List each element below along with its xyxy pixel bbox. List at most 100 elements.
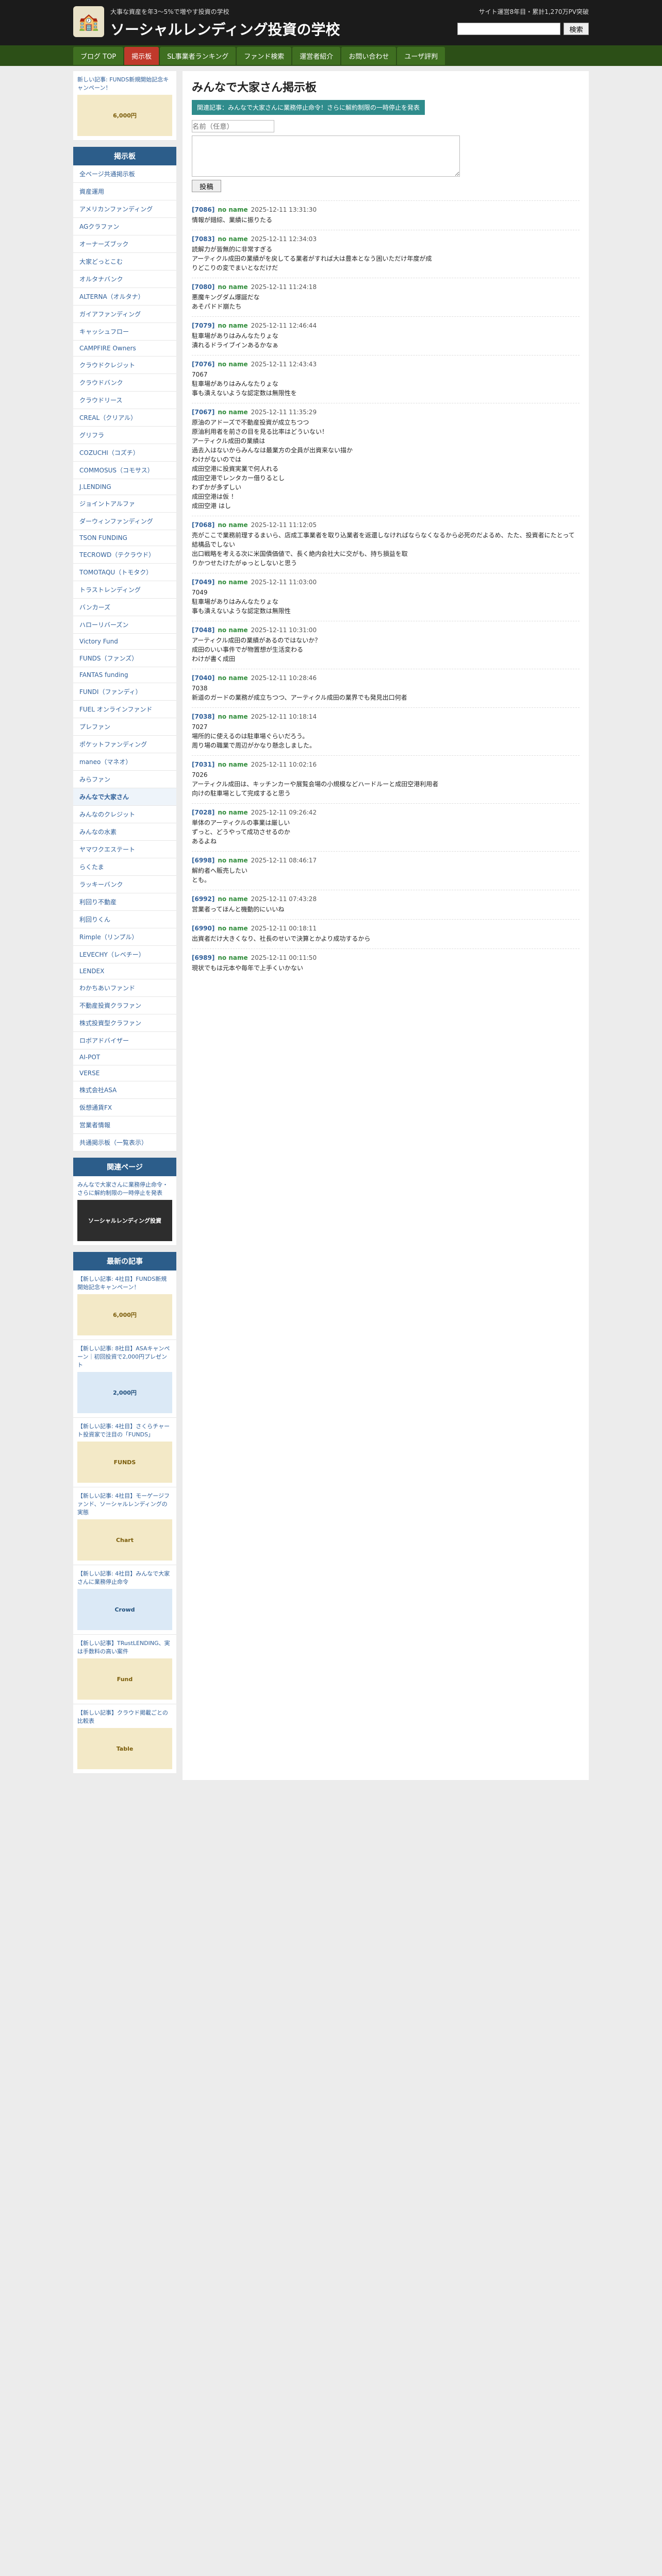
sidebar-board-item[interactable]: クラウドクレジット (73, 357, 176, 374)
sidebar-board-item[interactable]: ハローリバーズン (73, 616, 176, 634)
sidebar-board-item[interactable]: みんなの水素 (73, 823, 176, 841)
recent-article-thumbnail[interactable]: Chart (77, 1519, 172, 1561)
sidebar-board-item[interactable]: プレファン (73, 718, 176, 736)
sidebar-board-item[interactable]: らくたま (73, 858, 176, 876)
site-logo-icon[interactable]: 🏫 (73, 6, 104, 37)
sidebar-board-item[interactable]: TSON FUNDING (73, 530, 176, 546)
sidebar-board-item[interactable]: 株式会社ASA (73, 1081, 176, 1099)
post-number[interactable]: [7031] (192, 761, 214, 768)
post-number[interactable]: [7067] (192, 409, 214, 416)
sidebar-board-item[interactable]: COZUCHI（コズチ） (73, 444, 176, 462)
sidebar-board-item[interactable]: maneo（マネオ） (73, 753, 176, 771)
nav-item[interactable]: ブログ TOP (73, 46, 124, 65)
sidebar-board-item[interactable]: LENDEX (73, 963, 176, 979)
sidebar-board-item[interactable]: ジョイントアルファ (73, 495, 176, 513)
sidebar-board-item[interactable]: みんなで大家さん (73, 788, 176, 806)
post-button[interactable]: 投稿 (192, 180, 221, 192)
post-number[interactable]: [6998] (192, 857, 214, 864)
sidebar-board-item[interactable]: グリフラ (73, 427, 176, 444)
nav-item[interactable]: 運営者紹介 (292, 46, 341, 65)
sidebar-board-item[interactable]: FUNDI（ファンディ） (73, 683, 176, 701)
post-number[interactable]: [7083] (192, 235, 214, 243)
sidebar-board-item[interactable]: FUNDS（ファンズ） (73, 650, 176, 667)
sidebar-board-item[interactable]: Victory Fund (73, 634, 176, 650)
sidebar-board-item[interactable]: AI-POT (73, 1049, 176, 1065)
promo-link[interactable]: 新しい記事: FUNDS新規開始記念キャンペーン！ (77, 76, 169, 91)
sidebar-board-item[interactable]: 不動産投資クラファン (73, 997, 176, 1014)
recent-article-link[interactable]: 【新しい記事】TRustLENDING、実は手数料の高い案件 (77, 1640, 170, 1655)
recent-article-thumbnail[interactable]: 6,000円 (77, 1294, 172, 1335)
sidebar-board-item[interactable]: 仮想通貨FX (73, 1099, 176, 1116)
sidebar-board-item[interactable]: FANTAS funding (73, 667, 176, 683)
sidebar-board-item[interactable]: 営業者情報 (73, 1116, 176, 1134)
recent-article-link[interactable]: 【新しい記事: 8社目】ASAキャンペーン｜初回投資で2,000円プレゼント (77, 1345, 170, 1368)
sidebar-board-item[interactable]: Rimple（リンプル） (73, 928, 176, 946)
sidebar-board-item[interactable]: 利回り不動産 (73, 893, 176, 911)
sidebar-board-item[interactable]: J.LENDING (73, 479, 176, 495)
recent-article-link[interactable]: 【新しい記事: 4社目】みんなで大家さんに業務停止命令 (77, 1570, 170, 1585)
sidebar-board-item[interactable]: FUEL オンラインファンド (73, 701, 176, 718)
nav-item[interactable]: 掲示板 (124, 46, 159, 65)
post-number[interactable]: [6992] (192, 895, 214, 903)
post-number[interactable]: [7028] (192, 809, 214, 816)
post-number[interactable]: [7086] (192, 206, 214, 213)
sidebar-board-item[interactable]: ダーウィンファンディング (73, 513, 176, 530)
search-button[interactable]: 検索 (564, 23, 589, 35)
post-number[interactable]: [7040] (192, 674, 214, 682)
sidebar-board-item[interactable]: わかちあいファンド (73, 979, 176, 997)
sidebar-board-item[interactable]: ヤマワクエステート (73, 841, 176, 858)
nav-item[interactable]: お問い合わせ (341, 46, 396, 65)
sidebar-board-item[interactable]: オルタナバンク (73, 270, 176, 288)
sidebar-board-item[interactable]: オーナーズブック (73, 235, 176, 253)
post-number[interactable]: [7048] (192, 626, 214, 634)
notice-banner[interactable]: 関連記事：みんなで大家さんに業務停止命令！さらに解約制限の一時停止を発表 (192, 100, 425, 115)
sidebar-board-item[interactable]: アメリカンファンディング (73, 200, 176, 218)
sidebar-board-item[interactable]: VERSE (73, 1065, 176, 1081)
recent-article-link[interactable]: 【新しい記事】クラウド掲載ごとの比較表 (77, 1709, 168, 1724)
post-number[interactable]: [7079] (192, 322, 214, 329)
sidebar-board-item[interactable]: COMMOSUS（コモサス） (73, 462, 176, 479)
comment-textarea[interactable] (192, 135, 460, 177)
post-number[interactable]: [7038] (192, 713, 214, 720)
sidebar-board-item[interactable]: みんなのクレジット (73, 806, 176, 823)
name-input[interactable] (192, 120, 274, 132)
recent-article-link[interactable]: 【新しい記事: 4社目】さくらチャート投資家で注目の「FUNDS」 (77, 1423, 170, 1438)
sidebar-board-item[interactable]: キャッシュフロー (73, 323, 176, 341)
post-number[interactable]: [6989] (192, 954, 214, 961)
post-number[interactable]: [7080] (192, 283, 214, 291)
sidebar-board-item[interactable]: クラウドバンク (73, 374, 176, 392)
sidebar-board-item[interactable]: クラウドリース (73, 392, 176, 409)
recent-article-thumbnail[interactable]: Table (77, 1728, 172, 1769)
recent-article-link[interactable]: 【新しい記事: 4社目】FUNDS新規開始記念キャンペーン！ (77, 1276, 167, 1291)
sidebar-board-item[interactable]: TECROWD（テクラウド） (73, 546, 176, 564)
search-input[interactable] (457, 23, 561, 35)
sidebar-board-item[interactable]: AGクラファン (73, 218, 176, 235)
sidebar-board-item[interactable]: 利回りくん (73, 911, 176, 928)
sidebar-board-item[interactable]: ALTERNA（オルタナ） (73, 288, 176, 306)
recent-article-link[interactable]: 【新しい記事: 4社目】モーゲージファンド、ソーシャルレンディングの実態 (77, 1493, 170, 1516)
post-number[interactable]: [7049] (192, 579, 214, 586)
sidebar-board-item[interactable]: ロボアドバイザー (73, 1032, 176, 1049)
nav-item[interactable]: ファンド検索 (237, 46, 292, 65)
sidebar-board-item[interactable]: ポケットファンディング (73, 736, 176, 753)
related-banner[interactable]: ソーシャルレンディング投資 (77, 1200, 172, 1241)
promo-banner[interactable]: 6,000円 (77, 95, 172, 136)
sidebar-board-item[interactable]: 株式投資型クラファン (73, 1014, 176, 1032)
recent-article-thumbnail[interactable]: 2,000円 (77, 1372, 172, 1413)
post-number[interactable]: [6990] (192, 925, 214, 932)
sidebar-board-item[interactable]: 大家どっとこむ (73, 253, 176, 270)
nav-item[interactable]: ユーザ評判 (397, 46, 445, 65)
sidebar-board-item[interactable]: ガイアファンディング (73, 306, 176, 323)
sidebar-board-item[interactable]: ラッキーバンク (73, 876, 176, 893)
recent-article-thumbnail[interactable]: Crowd (77, 1589, 172, 1630)
sidebar-board-item[interactable]: バンカーズ (73, 599, 176, 616)
sidebar-board-item[interactable]: TOMOTAQU（トモタク） (73, 564, 176, 581)
sidebar-board-item[interactable]: CREAL（クリアル） (73, 409, 176, 427)
nav-item[interactable]: SL事業者ランキング (160, 46, 236, 65)
post-number[interactable]: [7076] (192, 361, 214, 368)
sidebar-board-item[interactable]: みらファン (73, 771, 176, 788)
sidebar-board-item[interactable]: LEVECHY（レベチー） (73, 946, 176, 963)
site-title[interactable]: ソーシャルレンディング投資の学校 (110, 19, 340, 39)
post-number[interactable]: [7068] (192, 521, 214, 529)
sidebar-board-item[interactable]: CAMPFIRE Owners (73, 341, 176, 357)
